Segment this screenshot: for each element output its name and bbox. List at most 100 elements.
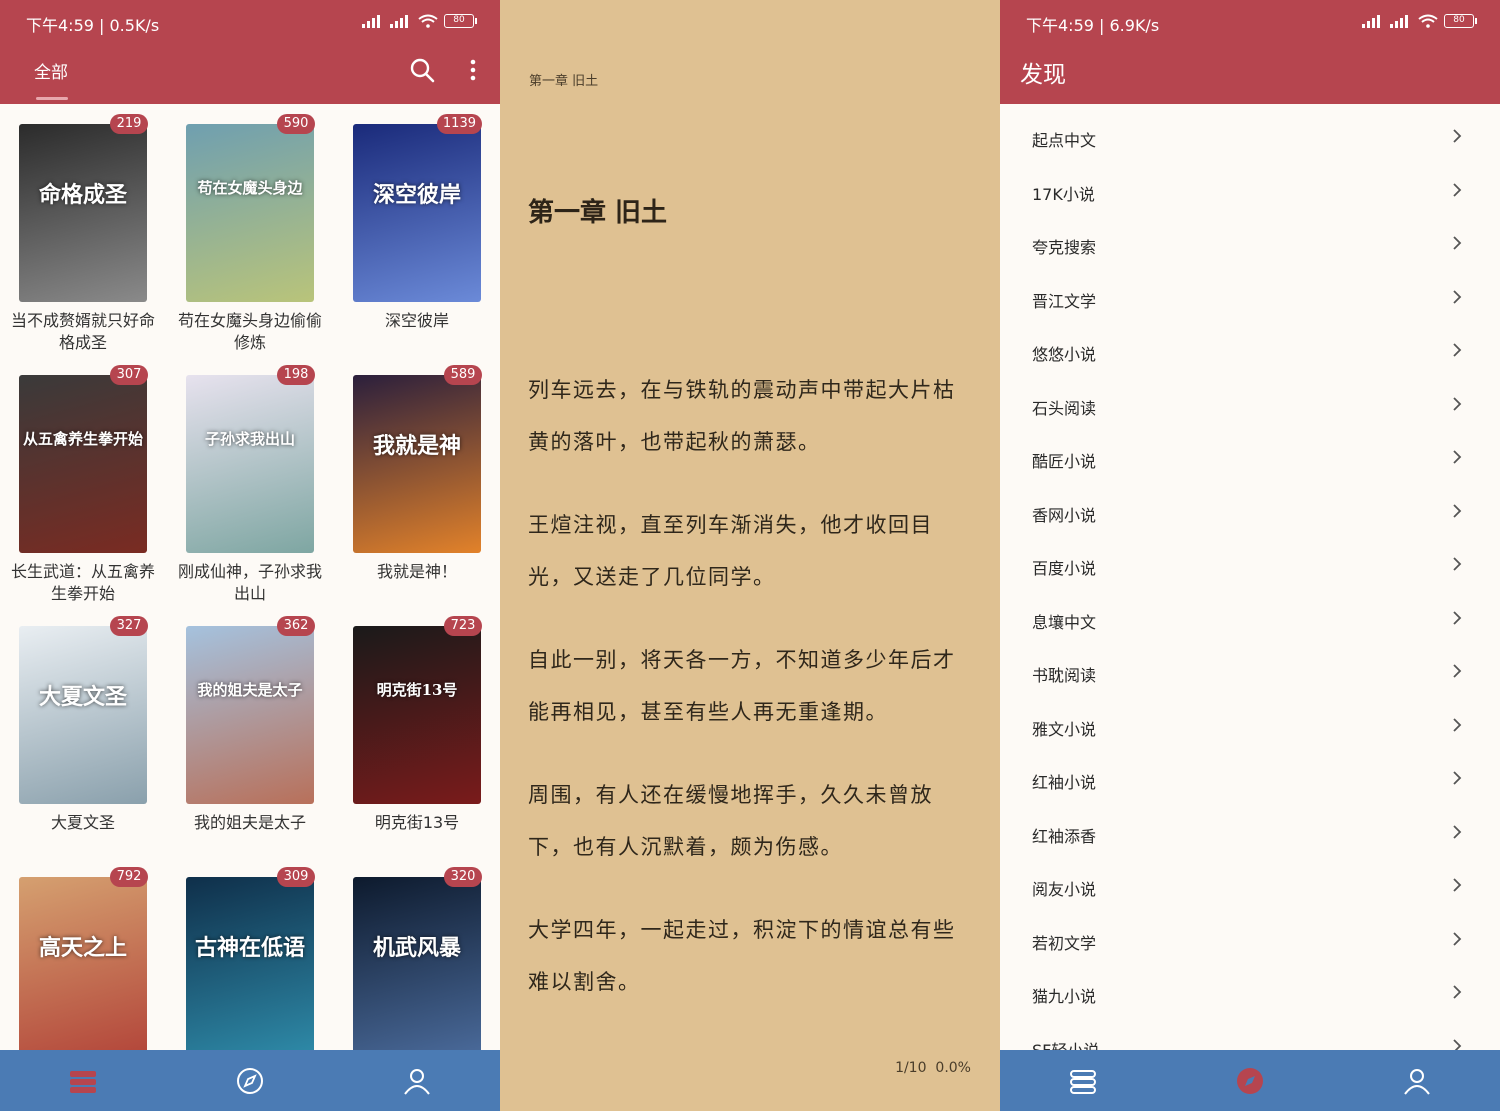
page-indicator: 1/10 xyxy=(895,1060,927,1076)
book-item[interactable]: 苟在女魔头身边 590 苟在女魔头身边偷偷修炼 xyxy=(167,104,333,354)
unread-count-badge: 320 xyxy=(444,867,482,887)
source-label: 书耽阅读 xyxy=(1032,666,1097,685)
source-item[interactable]: 猫九小说 xyxy=(1000,960,1500,1014)
source-item[interactable]: 息壤中文 xyxy=(1000,586,1500,640)
bookshelf-icon[interactable] xyxy=(1066,1064,1100,1098)
book-item[interactable]: 命格成圣 219 当不成赘婿就只好命格成圣 xyxy=(0,104,166,354)
unread-count-badge: 362 xyxy=(277,616,315,636)
source-label: 猫九小说 xyxy=(1032,987,1097,1006)
source-item[interactable]: 雅文小说 xyxy=(1000,693,1500,747)
source-item[interactable]: 晋江文学 xyxy=(1000,265,1500,319)
chevron-right-icon xyxy=(1453,182,1462,197)
cover-title-art: 古神在低语 xyxy=(194,935,305,962)
source-item[interactable]: 书耽阅读 xyxy=(1000,639,1500,693)
book-item[interactable]: 我就是神 589 我就是神！ xyxy=(334,355,500,605)
battery-icon: 80 xyxy=(444,14,477,28)
status-time: 下午4:59 | 6.9K/s xyxy=(1026,16,1160,35)
read-progress: 0.0% xyxy=(935,1060,971,1076)
book-item[interactable]: 深空彼岸 1139 深空彼岸 xyxy=(334,104,500,354)
source-label: 起点中文 xyxy=(1032,131,1097,150)
chevron-right-icon xyxy=(1453,503,1462,518)
paragraph: 王煊注视，直至列车渐消失，他才收回目光，又送走了几位同学。 xyxy=(528,513,933,589)
chevron-right-icon xyxy=(1453,610,1462,625)
book-cover: 苟在女魔头身边 xyxy=(186,124,314,302)
book-title: 深空彼岸 xyxy=(384,311,449,330)
reader-screen[interactable]: 第一章 旧土 第一章 旧土 列车远去，在与铁轨的震动声中带起大片枯黄的落叶，也带… xyxy=(500,0,1000,1111)
chevron-right-icon xyxy=(1453,396,1462,411)
cover-title-art: 大夏文圣 xyxy=(38,684,127,711)
discover-icon[interactable] xyxy=(1233,1064,1267,1098)
cover-title-art: 命格成圣 xyxy=(38,182,127,209)
source-item[interactable]: 百度小说 xyxy=(1000,532,1500,586)
book-item[interactable]: 我的姐夫是太子 362 我的姐夫是太子 xyxy=(167,606,333,856)
source-item[interactable]: 起点中文 xyxy=(1000,104,1500,158)
chevron-right-icon xyxy=(1453,450,1462,464)
book-cover: 命格成圣 xyxy=(19,124,147,302)
chevron-right-icon xyxy=(1453,824,1462,839)
source-item[interactable]: 酷匠小说 xyxy=(1000,425,1500,479)
source-item[interactable]: 夸克搜索 xyxy=(1000,211,1500,265)
cover-title-art: 子孙求我出山 xyxy=(204,430,295,449)
tab-all[interactable]: 全部 xyxy=(34,58,68,83)
app-bar: 下午4:59 | 0.5K/s 80 全部 xyxy=(0,0,500,104)
book-cover: 古神在低语 xyxy=(186,877,314,1055)
book-cover: 从五禽养生拳开始 xyxy=(19,375,147,553)
source-label: 石头阅读 xyxy=(1032,398,1097,418)
discover-icon[interactable] xyxy=(233,1064,267,1098)
book-item[interactable]: 大夏文圣 327 大夏文圣 xyxy=(0,606,166,856)
book-title: 当不成赘婿就只好命格成圣 xyxy=(10,311,155,352)
book-item[interactable]: 明克街13号 723 明克街13号 xyxy=(334,606,500,856)
source-label: 晋江文学 xyxy=(1032,291,1097,311)
chevron-right-icon xyxy=(1453,289,1462,304)
paragraph: 大学四年，一起走过，积淀下的情谊总有些难以割舍。 xyxy=(528,918,956,994)
unread-count-badge: 723 xyxy=(444,616,482,636)
source-item[interactable]: 阅友小说 xyxy=(1000,853,1500,907)
source-label: 百度小说 xyxy=(1032,559,1097,578)
signal-icon xyxy=(1390,14,1412,28)
more-options-icon[interactable] xyxy=(462,56,484,84)
signal-icon xyxy=(1362,14,1384,28)
book-title: 大夏文圣 xyxy=(50,813,115,832)
discover-screen: 下午4:59 | 6.9K/s 80 发现 起点中文 17K小说 夸克搜索 晋江文学悠… xyxy=(1000,0,1500,1111)
source-item[interactable]: 红袖添香 xyxy=(1000,800,1500,854)
cover-title-art: 我的姐夫是太子 xyxy=(197,681,303,700)
source-label: 酷匠小说 xyxy=(1032,452,1097,471)
cover-title-art: 机武风暴 xyxy=(372,935,461,962)
chapter-body: 列车远去，在与铁轨的震动声中带起大片枯黄的落叶，也带起秋的萧瑟。 王煊注视，直至列… xyxy=(528,364,976,1039)
paragraph: 自此一别，将天各一方，不知道多少年后才能再相见，甚至有些人再无重逢期。 xyxy=(528,648,956,724)
unread-count-badge: 307 xyxy=(110,365,148,385)
bottom-nav xyxy=(1000,1050,1500,1111)
book-cover: 我的姐夫是太子 xyxy=(186,626,314,804)
book-title: 明克街13号 xyxy=(374,813,460,832)
source-item[interactable]: 17K小说 xyxy=(1000,158,1500,212)
status-icons: 80 xyxy=(1362,14,1477,28)
chevron-right-icon xyxy=(1453,557,1462,571)
source-item[interactable]: 红袖小说 xyxy=(1000,746,1500,800)
source-label: 红袖添香 xyxy=(1032,826,1097,846)
source-label: 阅友小说 xyxy=(1032,880,1097,899)
source-item[interactable]: 香网小说 xyxy=(1000,479,1500,533)
source-item[interactable]: 石头阅读 xyxy=(1000,372,1500,426)
profile-icon[interactable] xyxy=(400,1064,434,1098)
cover-title-art: 我就是神 xyxy=(372,433,461,460)
source-label: 红袖小说 xyxy=(1032,773,1097,792)
unread-count-badge: 792 xyxy=(110,867,148,887)
unread-count-badge: 219 xyxy=(110,114,148,134)
paragraph: 周围，有人还在缓慢地挥手，久久未曾放下，也有人沉默着，颇为伤感。 xyxy=(528,783,933,859)
chevron-right-icon xyxy=(1453,878,1462,892)
chevron-right-icon xyxy=(1453,236,1462,250)
source-item[interactable]: 若初文学 xyxy=(1000,907,1500,961)
book-item[interactable]: 子孙求我出山 198 刚成仙神，子孙求我出山 xyxy=(167,355,333,605)
signal-icon xyxy=(362,14,384,28)
bookshelf-icon[interactable] xyxy=(66,1064,100,1098)
cover-title-art: 高天之上 xyxy=(38,935,127,962)
source-label: 香网小说 xyxy=(1032,505,1097,525)
book-item[interactable]: 从五禽养生拳开始 307 长生武道：从五禽养生拳开始 xyxy=(0,355,166,605)
profile-icon[interactable] xyxy=(1400,1064,1434,1098)
wifi-icon xyxy=(1418,14,1438,28)
search-icon[interactable] xyxy=(408,56,436,84)
chevron-right-icon xyxy=(1453,931,1462,946)
cover-title-art: 深空彼岸 xyxy=(372,182,461,209)
tab-indicator xyxy=(36,97,68,100)
source-item[interactable]: 悠悠小说 xyxy=(1000,318,1500,372)
